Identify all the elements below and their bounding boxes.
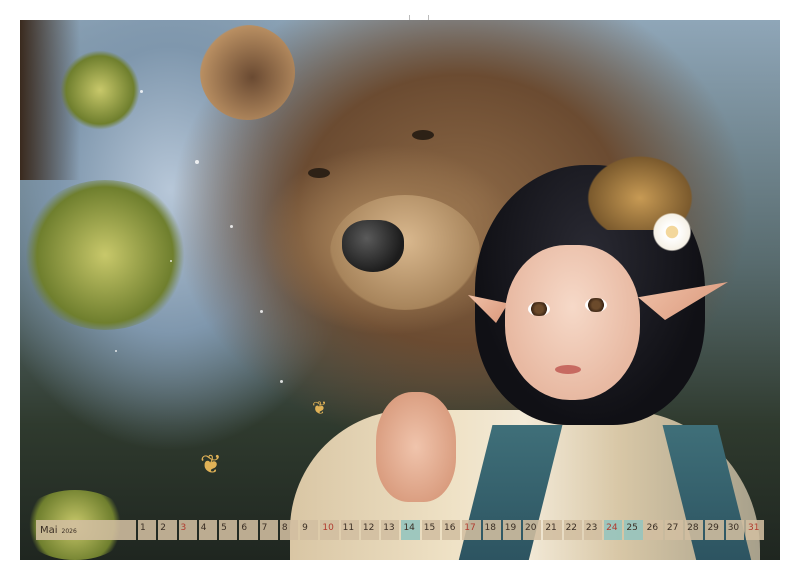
calendar-day-1: 1 (138, 520, 157, 540)
day-number: 12 (362, 523, 375, 533)
calendar-day-15: 15 (421, 520, 440, 540)
day-number: 4 (200, 523, 207, 533)
day-number: 9 (302, 523, 308, 533)
year-label: 2026 (61, 527, 77, 535)
sparkle (280, 380, 283, 383)
calendar-day-3: 3 (178, 520, 197, 540)
calendar-day-22: 22 (563, 520, 582, 540)
day-number: 19 (504, 523, 517, 533)
calendar-day-2: 2 (158, 520, 177, 540)
calendar-day-27: 27 (664, 520, 684, 540)
calendar-day-8: 8 (279, 520, 299, 540)
bear-nose (342, 220, 404, 272)
girl-eye (528, 302, 550, 316)
day-number: 22 (565, 523, 578, 533)
calendar-day-31: 31 (745, 520, 765, 540)
calendar-month-label: Mai 2026 (36, 520, 136, 540)
day-number: 15 (423, 523, 436, 533)
calendar-day-24: 24 (604, 520, 623, 540)
calendar-day-26: 26 (644, 520, 663, 540)
day-number: 14 (403, 523, 415, 533)
sparkle (140, 90, 143, 93)
calendar-day-18: 18 (482, 520, 501, 540)
month-name: Mai (40, 524, 58, 536)
calendar-day-7: 7 (259, 520, 278, 540)
bear-eye (308, 168, 330, 178)
sparkle (195, 160, 199, 164)
calendar-strip: Mai 2026 1 2 3 4 5 6 7 8 9 10 11 12 13 14 15 16 17 18 19 20… (36, 520, 765, 540)
day-number: 10 (322, 523, 334, 533)
calendar-day-12: 12 (360, 520, 380, 540)
day-number: 24 (606, 523, 618, 533)
calendar-day-5: 5 (219, 520, 238, 540)
calendar-day-13: 13 (381, 520, 400, 540)
calendar-day-11: 11 (340, 520, 359, 540)
girl-lips (555, 365, 581, 374)
day-number: 7 (261, 523, 268, 533)
calendar-day-9: 9 (300, 520, 319, 540)
calendar-day-28: 28 (685, 520, 704, 540)
day-number: 30 (727, 523, 740, 533)
calendar-day-29: 29 (705, 520, 724, 540)
foliage-cluster (60, 50, 140, 130)
sparkle (230, 225, 233, 228)
calendar-artwork: ❦ ❦ (20, 20, 780, 560)
girl-eye (585, 298, 607, 312)
calendar-day-4: 4 (198, 520, 218, 540)
day-number: 25 (626, 523, 638, 533)
sparkle (115, 350, 117, 352)
day-number: 2 (160, 523, 166, 533)
calendar-day-21: 21 (543, 520, 562, 540)
calendar-day-23: 23 (583, 520, 603, 540)
day-number: 31 (747, 523, 760, 533)
calendar-day-6: 6 (239, 520, 258, 540)
calendar-day-10: 10 (320, 520, 339, 540)
day-number: 13 (383, 523, 395, 533)
calendar-day-19: 19 (502, 520, 522, 540)
day-number: 8 (281, 523, 288, 533)
calendar-day-30: 30 (725, 520, 744, 540)
sparkle (260, 310, 263, 313)
foliage-cluster (20, 180, 190, 330)
butterfly-icon: ❦ (312, 398, 328, 419)
calendar-day-16: 16 (441, 520, 461, 540)
raised-hand (376, 392, 456, 502)
calendar-day-17: 17 (462, 520, 481, 540)
day-number: 5 (221, 523, 227, 533)
girl-face (505, 245, 640, 400)
day-number: 29 (707, 523, 719, 533)
calendar-day-14: 14 (401, 520, 420, 540)
day-number: 6 (241, 523, 248, 533)
day-number: 26 (646, 523, 659, 533)
day-number: 27 (666, 523, 679, 533)
day-number: 21 (545, 523, 557, 533)
day-number: 16 (443, 523, 456, 533)
day-number: 3 (180, 523, 187, 533)
day-number: 18 (484, 523, 496, 533)
day-number: 23 (585, 523, 598, 533)
calendar-day-20: 20 (523, 520, 542, 540)
bear-eye (412, 130, 434, 140)
day-number: 11 (342, 523, 355, 533)
day-number: 1 (140, 523, 146, 533)
bear-ear (200, 25, 295, 120)
butterfly-icon: ❦ (200, 450, 222, 480)
sparkle (170, 260, 172, 262)
calendar-day-25: 25 (624, 520, 643, 540)
hair-flower (650, 212, 694, 252)
day-number: 28 (687, 523, 699, 533)
day-number: 20 (525, 523, 537, 533)
day-number: 17 (464, 523, 476, 533)
